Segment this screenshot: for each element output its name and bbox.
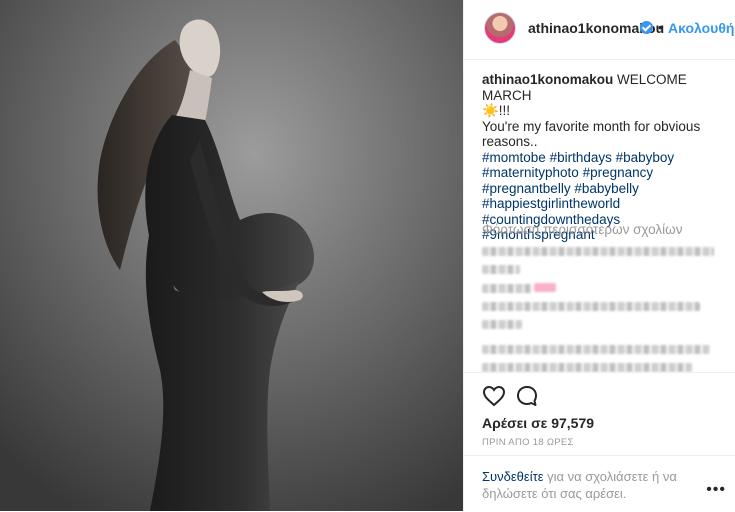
hashtag-link[interactable]: #pregnantbelly xyxy=(482,181,571,196)
hashtag-link[interactable]: #happiestgirlintheworld xyxy=(482,196,620,211)
like-count[interactable]: Αρέσει σε 97,579 xyxy=(482,415,594,431)
post-caption: athinao1konomakou WELCOME MARCH ☀️!!! Yo… xyxy=(482,72,722,243)
comment-footer: Συνδεθείτε για να σχολιάσετε ή να δηλώσε… xyxy=(464,455,735,512)
blurred-comment-line xyxy=(482,363,692,372)
blurred-comment-line xyxy=(482,302,700,311)
post-photo[interactable] xyxy=(0,0,463,511)
hashtag-link[interactable]: #momtobe xyxy=(482,150,546,165)
blurred-comment-line xyxy=(534,283,556,292)
login-prompt: Συνδεθείτε για να σχολιάσετε ή να δηλώσε… xyxy=(482,468,682,502)
caption-text-2: ☀️!!! xyxy=(482,103,511,118)
verified-badge-icon xyxy=(640,21,653,34)
more-options-icon[interactable]: ••• xyxy=(706,481,726,499)
pregnant-woman-portrait-image xyxy=(0,0,463,511)
action-bar xyxy=(464,372,735,407)
heart-outline-icon[interactable] xyxy=(482,385,506,407)
post-timestamp[interactable]: ΠΡΙΝ ΑΠΟ 18 ΩΡΕΣ xyxy=(482,437,574,448)
follow-button[interactable]: Ακολουθήστε xyxy=(668,20,735,36)
blurred-comment-line xyxy=(482,345,710,354)
blurred-comment-line xyxy=(482,247,714,256)
comment-bubble-icon[interactable] xyxy=(516,385,538,407)
blurred-comment-line xyxy=(482,284,532,293)
separator-dot: • xyxy=(658,19,663,35)
hashtag-link[interactable]: #pregnancy xyxy=(583,165,654,180)
blurred-comment-line xyxy=(482,265,520,274)
hashtag-link[interactable]: #birthdays xyxy=(550,150,612,165)
login-link[interactable]: Συνδεθείτε xyxy=(482,469,544,484)
post-header: athinao1konomakou • Ακολουθήστε xyxy=(464,0,735,60)
hashtag-link[interactable]: #maternityphoto xyxy=(482,165,579,180)
avatar[interactable] xyxy=(484,12,516,44)
load-more-comments-link[interactable]: Φόρτωση περισσότερων σχολίων xyxy=(482,222,682,237)
caption-username-link[interactable]: athinao1konomakou xyxy=(482,72,613,87)
post-details-panel: athinao1konomakou • Ακολουθήστε athinao1… xyxy=(463,0,735,511)
caption-text-3: You're my favorite month for obvious rea… xyxy=(482,118,701,150)
hashtag-link[interactable]: #babyboy xyxy=(616,150,675,165)
blurred-comment-line xyxy=(482,320,522,329)
hashtag-link[interactable]: #babybelly xyxy=(574,181,639,196)
